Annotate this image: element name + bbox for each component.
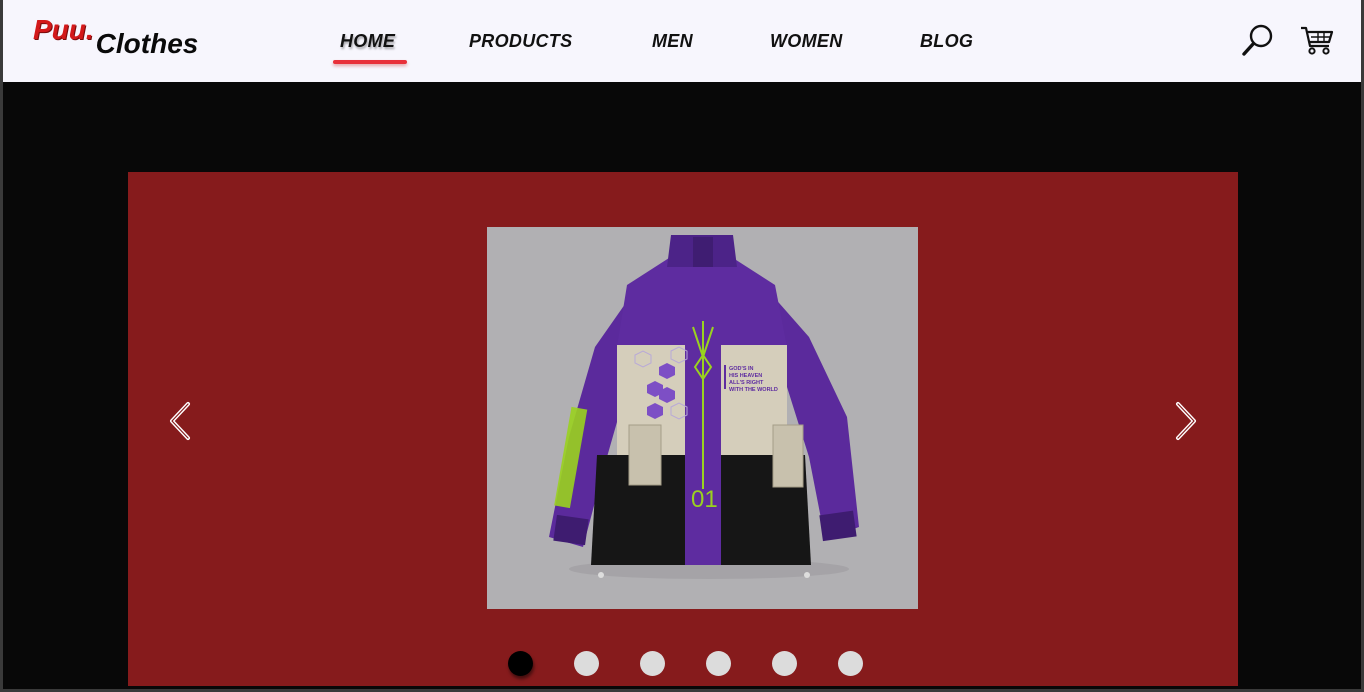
logo-clothes: Clothes: [95, 28, 199, 59]
jacket-print-line-1: GOD'S IN: [729, 366, 754, 372]
logo-puu: Puu.: [33, 14, 94, 45]
jacket-number: 01: [691, 486, 718, 513]
slider-prev-arrow[interactable]: [166, 400, 196, 442]
jacket-print-line-4: WITH THE WORLD: [729, 387, 778, 393]
nav-active-underline: [333, 60, 407, 64]
navbar: Puu. Clothes HOME PRODUCTS MEN WOMEN BLO…: [3, 0, 1361, 82]
nav-blog[interactable]: BLOG: [920, 31, 973, 52]
slider-dot-5[interactable]: [772, 651, 797, 676]
slider-next-arrow[interactable]: [1170, 400, 1200, 442]
search-icon[interactable]: [1240, 22, 1276, 58]
slider-dot-1[interactable]: [508, 651, 533, 676]
nav-men[interactable]: MEN: [652, 31, 693, 52]
cart-icon[interactable]: [1298, 22, 1334, 58]
slider-dots: [508, 651, 863, 676]
logo[interactable]: Puu. Clothes: [33, 14, 198, 59]
nav-products[interactable]: PRODUCTS: [469, 31, 572, 52]
nav-women[interactable]: WOMEN: [770, 31, 843, 52]
jacket-illustration: 01 GOD'S IN HIS HEAVEN ALL'S RIGHT WITH …: [549, 235, 859, 579]
jacket-print-line-3: ALL'S RIGHT: [729, 380, 764, 386]
nav-home[interactable]: HOME: [340, 31, 395, 52]
slider-dot-6[interactable]: [838, 651, 863, 676]
slider-dot-2[interactable]: [574, 651, 599, 676]
product-image[interactable]: 01 GOD'S IN HIS HEAVEN ALL'S RIGHT WITH …: [487, 227, 918, 609]
slider-dot-3[interactable]: [640, 651, 665, 676]
hero-slider: 01 GOD'S IN HIS HEAVEN ALL'S RIGHT WITH …: [128, 172, 1238, 686]
jacket-print-line-2: HIS HEAVEN: [729, 373, 762, 379]
slider-dot-4[interactable]: [706, 651, 731, 676]
